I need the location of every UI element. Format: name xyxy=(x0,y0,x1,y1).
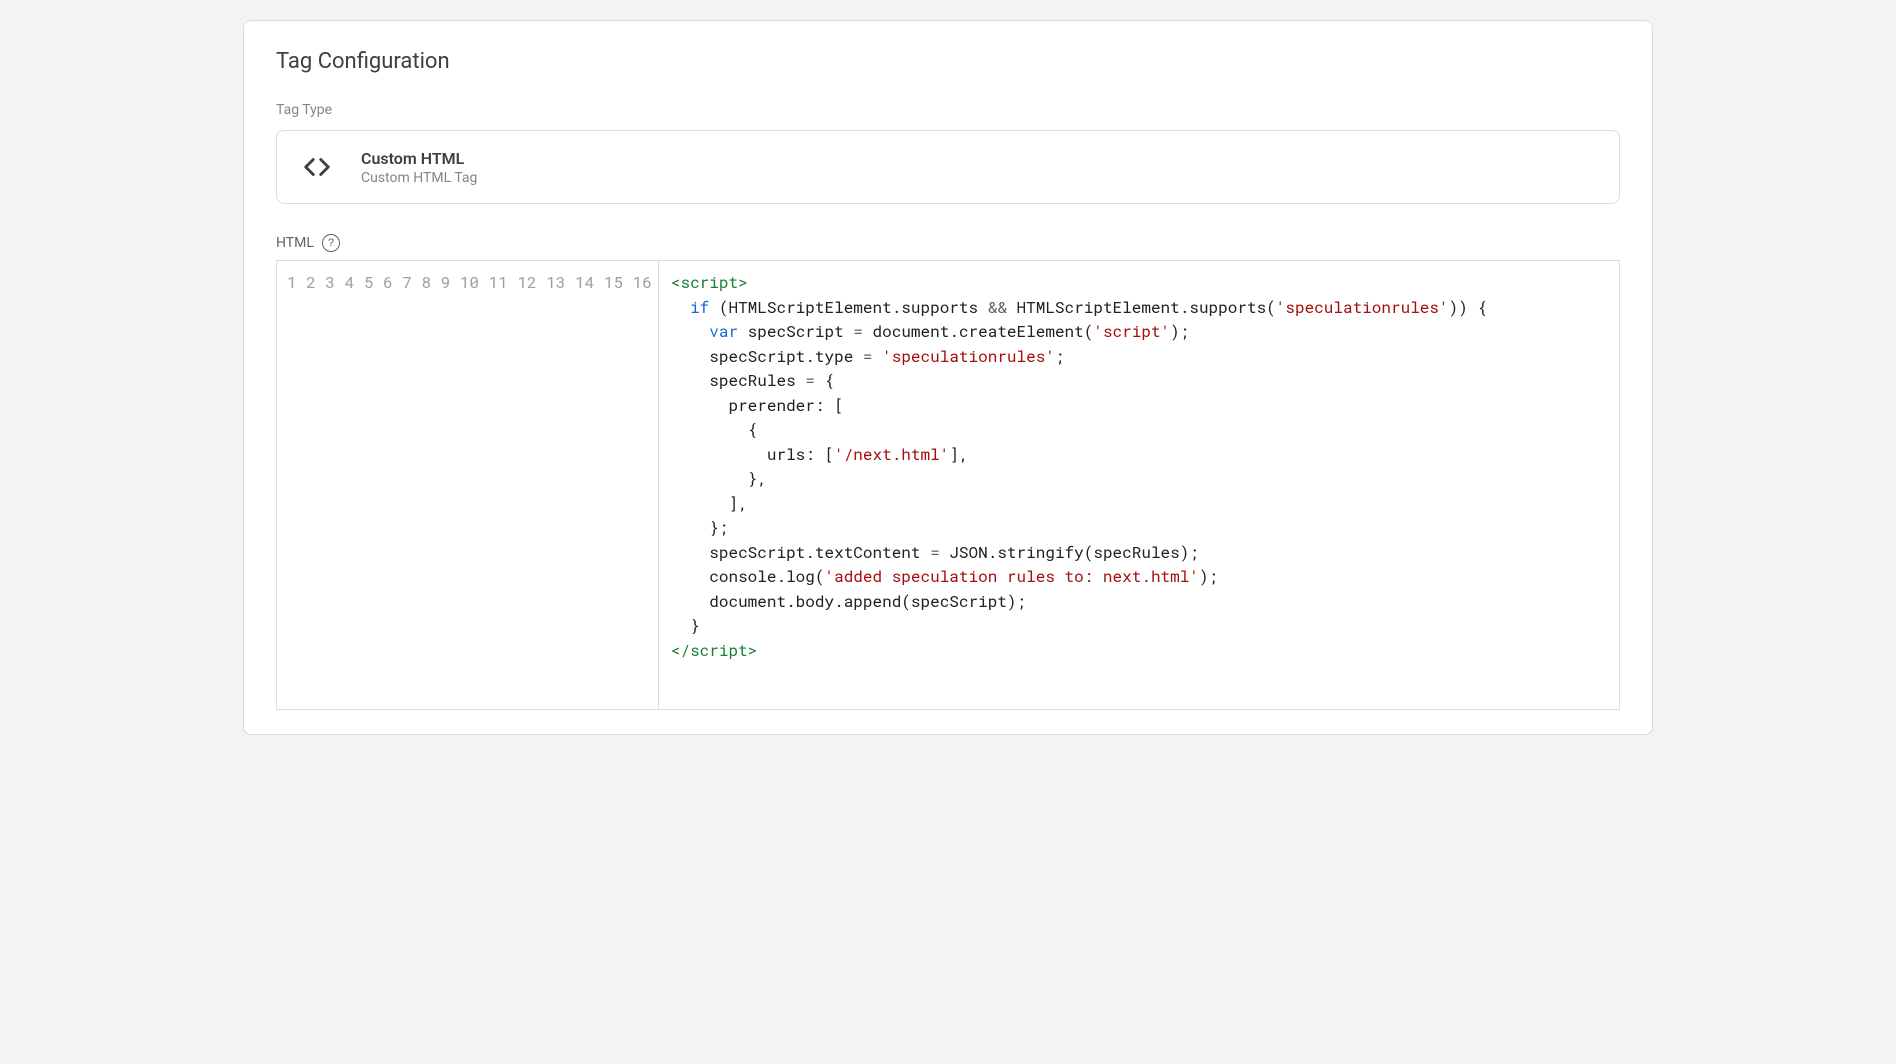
tag-config-card: Tag Configuration Tag Type Custom HTML C… xyxy=(243,20,1653,735)
tag-type-desc: Custom HTML Tag xyxy=(361,170,477,186)
html-code-editor[interactable]: 1 2 3 4 5 6 7 8 9 10 11 12 13 14 15 16 <… xyxy=(276,260,1620,710)
tag-type-text: Custom HTML Custom HTML Tag xyxy=(361,149,477,186)
tag-type-label: Tag Type xyxy=(276,102,1620,118)
code-icon xyxy=(297,147,337,187)
section-title: Tag Configuration xyxy=(276,49,1620,74)
tag-type-name: Custom HTML xyxy=(361,149,477,168)
help-icon[interactable]: ? xyxy=(322,234,340,252)
line-number-gutter: 1 2 3 4 5 6 7 8 9 10 11 12 13 14 15 16 xyxy=(277,261,659,709)
html-field-label: HTML xyxy=(276,235,314,251)
code-content[interactable]: <script> if (HTMLScriptElement.supports … xyxy=(659,261,1619,709)
tag-type-selector[interactable]: Custom HTML Custom HTML Tag xyxy=(276,130,1620,204)
